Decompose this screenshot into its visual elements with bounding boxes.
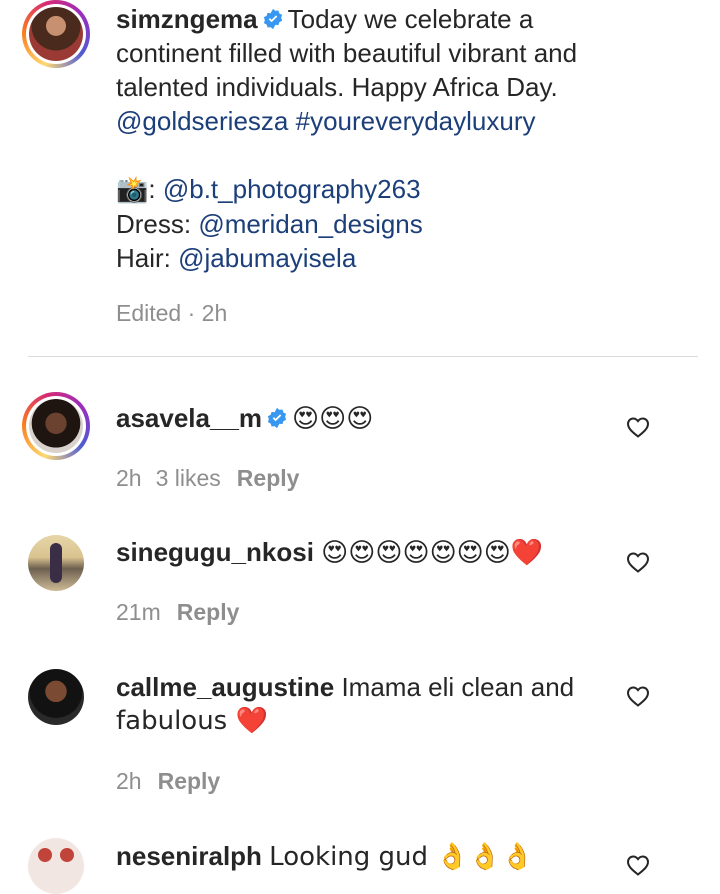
comment-time: 2h <box>116 465 142 491</box>
comment-body: 😍😍😍 <box>292 404 374 434</box>
hair-mention-link[interactable]: @jabumayisela <box>178 243 356 273</box>
comment-text: callme_augustine Imama eli clean and fab… <box>116 670 616 738</box>
reply-button[interactable]: Reply <box>237 465 300 491</box>
hashtag-link[interactable]: #youreverydayluxury <box>296 106 536 136</box>
avatar <box>29 399 83 453</box>
comment-meta: 21m Reply <box>116 599 239 626</box>
dress-label: Dress: <box>116 209 192 239</box>
dress-mention-link[interactable]: @meridan_designs <box>198 209 422 239</box>
divider <box>28 356 698 357</box>
verified-badge-icon <box>263 8 282 30</box>
comment-body: fabulous ❤️ <box>116 706 268 736</box>
reply-button[interactable]: Reply <box>158 768 221 794</box>
comment-text: neseniralph Looking gud 👌👌👌 <box>116 839 533 874</box>
comment-meta: 2h Reply <box>116 768 220 795</box>
comment-time: 21m <box>116 599 161 625</box>
comment-likes[interactable]: 3 likes <box>156 465 221 491</box>
comment-text: asavela__m 😍😍😍 <box>116 401 373 436</box>
comment-username[interactable]: asavela__m <box>116 403 262 433</box>
hair-label: Hair: <box>116 243 171 273</box>
comment-username[interactable]: neseniralph <box>116 841 262 871</box>
comment-username[interactable]: callme_augustine <box>116 672 334 702</box>
comment-meta: 2h 3 likes Reply <box>116 465 299 492</box>
caption-line: talented individuals. Happy Africa Day. <box>116 72 558 102</box>
credit-separator: : <box>148 174 156 204</box>
verified-badge-icon <box>267 407 287 429</box>
reply-button[interactable]: Reply <box>177 599 240 625</box>
story-ring[interactable] <box>22 392 90 460</box>
like-heart-icon[interactable] <box>626 854 650 876</box>
photographer-mention-link[interactable]: @b.t_photography263 <box>163 174 421 204</box>
edited-timestamp: Edited · 2h <box>116 300 228 326</box>
like-heart-icon[interactable] <box>626 551 650 573</box>
post-username[interactable]: simzngema <box>116 4 258 34</box>
post-caption: simzngema Today we celebrate a continent … <box>0 0 720 350</box>
comment-username[interactable]: sinegugu_nkosi <box>116 537 314 567</box>
mention-link[interactable]: @goldseriesza <box>116 106 288 136</box>
caption-line: continent filled with beautiful vibrant … <box>116 38 578 68</box>
camera-flash-icon: 📸 <box>116 175 149 205</box>
comment-body: Imama eli clean and <box>341 672 575 702</box>
story-ring[interactable] <box>22 0 90 68</box>
avatar[interactable] <box>28 535 84 591</box>
like-heart-icon[interactable] <box>626 685 650 707</box>
comment-time: 2h <box>116 768 142 794</box>
like-heart-icon[interactable] <box>626 416 650 438</box>
avatar <box>29 7 83 61</box>
avatar[interactable] <box>28 669 84 725</box>
comment-text: sinegugu_nkosi 😍😍😍😍😍😍😍❤️ <box>116 535 543 570</box>
avatar[interactable] <box>28 838 84 894</box>
caption-line: Today we celebrate a <box>287 4 534 34</box>
comment-body: Looking gud 👌👌👌 <box>269 842 534 872</box>
caption-text: simzngema Today we celebrate a continent … <box>116 2 706 275</box>
comment-body: 😍😍😍😍😍😍😍❤️ <box>321 538 544 568</box>
